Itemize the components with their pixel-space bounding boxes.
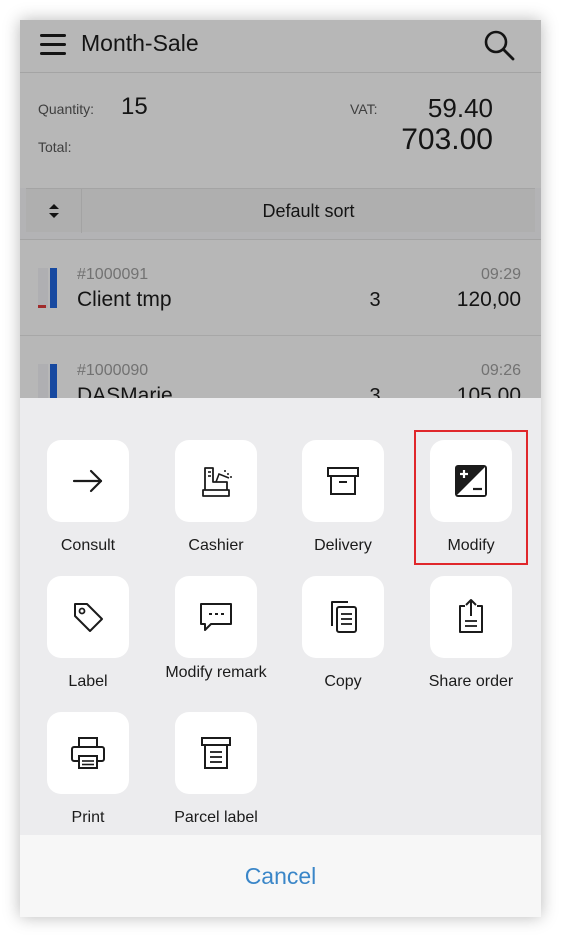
consult-action[interactable]: Consult [24,440,152,555]
print-label: Print [71,809,105,826]
parcel-label-tile[interactable] [175,712,257,794]
copy-label: Copy [324,673,362,690]
share-order-tile[interactable] [430,576,512,658]
cancel-label: Cancel [244,862,317,889]
consult-tile[interactable] [47,440,129,522]
delivery-label: Delivery [314,537,372,554]
label-tile[interactable] [47,576,129,658]
parcel-label-label: Parcel label [174,809,258,826]
share-order-label: Share order [428,673,514,690]
modify-highlight-box [414,430,528,565]
cashier-action[interactable]: Cashier [152,440,280,555]
cash-register-icon [202,467,232,497]
parcel-label-icon [201,737,231,769]
action-sheet: Consult Cashier Delivery Modify Label Mo… [20,398,541,835]
label-action[interactable]: Label [24,576,152,691]
copy-icon [331,601,357,633]
copy-action[interactable]: Copy [279,576,407,691]
delivery-action[interactable]: Delivery [279,440,407,555]
print-action[interactable]: Print [24,712,152,827]
cancel-button[interactable]: Cancel [20,835,541,917]
tag-icon [74,603,103,632]
copy-tile[interactable] [302,576,384,658]
cashier-label: Cashier [188,537,244,554]
share-order-action[interactable]: Share order [407,576,535,691]
share-icon [459,599,483,633]
label-label: Label [68,673,108,690]
delivery-tile[interactable] [302,440,384,522]
arrow-right-icon [72,469,103,493]
comment-icon [200,603,232,631]
modify-remark-action[interactable]: Modify remark [152,576,280,682]
consult-label: Consult [60,537,116,554]
print-tile[interactable] [47,712,129,794]
archive-box-icon [327,467,359,495]
parcel-label-action[interactable]: Parcel label [152,712,280,827]
modify-remark-tile[interactable] [175,576,257,658]
modify-remark-label: Modify remark [165,664,267,681]
cashier-tile[interactable] [175,440,257,522]
printer-icon [71,737,105,769]
screen: Month-Sale Quantity: 15 VAT: 59.40 Total… [20,20,541,917]
